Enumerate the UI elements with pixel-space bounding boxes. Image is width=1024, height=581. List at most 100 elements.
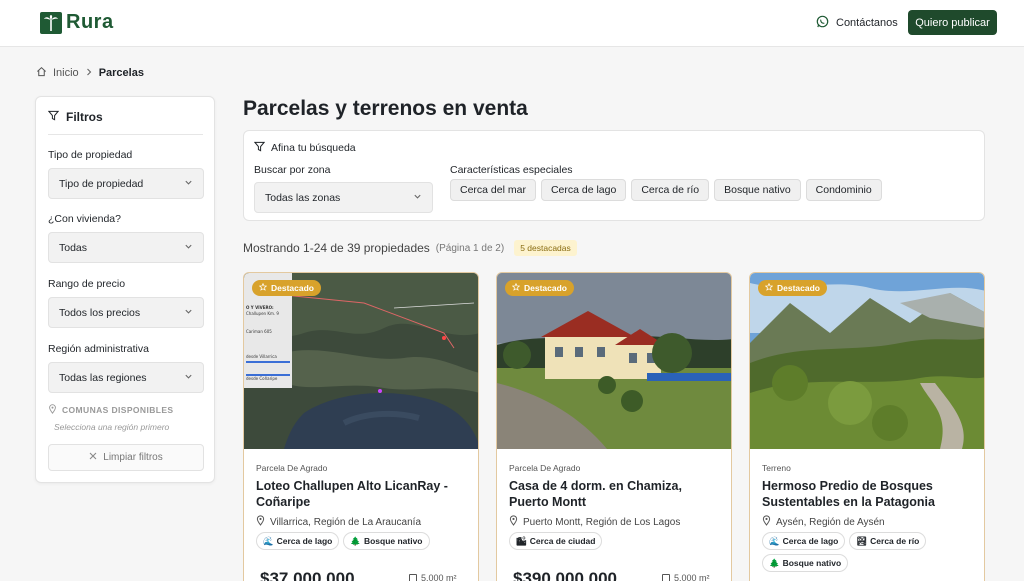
property-title[interactable]: Loteo Challupen Alto LicanRay - Coñaripe bbox=[256, 478, 468, 510]
city-icon: 🏙 bbox=[516, 535, 527, 546]
featured-badge: Destacado bbox=[758, 280, 827, 296]
property-area: 5.000 m² bbox=[662, 573, 710, 581]
zone-value: Todas las zonas bbox=[265, 191, 341, 204]
special-features-chips: Cerca del mar Cerca de lago Cerca de río… bbox=[450, 179, 882, 201]
contact-link[interactable]: Contáctanos bbox=[816, 15, 898, 31]
property-location-text: Puerto Montt, Región de Los Lagos bbox=[523, 516, 681, 528]
whatsapp-icon bbox=[816, 15, 829, 31]
tag-label: Cerca de lago bbox=[276, 536, 333, 546]
property-type: Parcela De Agrado bbox=[256, 463, 328, 473]
property-type-select[interactable]: Tipo de propiedad bbox=[48, 168, 204, 199]
property-location: Puerto Montt, Región de Los Lagos bbox=[509, 515, 680, 529]
results-page: (Página 1 de 2) bbox=[435, 242, 505, 254]
featured-badge: Destacado bbox=[505, 280, 574, 296]
property-tags: 🌊 Cerca de lago 🌲 Bosque nativo bbox=[256, 532, 471, 550]
featured-badge-label: Destacado bbox=[271, 283, 314, 293]
chevron-down-icon bbox=[184, 372, 193, 384]
region-value: Todas las regiones bbox=[59, 371, 147, 384]
tag-near-river: 🏞 Cerca de río bbox=[849, 532, 927, 550]
palm-logo-icon bbox=[40, 11, 62, 34]
property-title[interactable]: Hermoso Predio de Bosques Sustentables e… bbox=[762, 478, 974, 510]
breadcrumb-current: Parcelas bbox=[98, 67, 144, 79]
breadcrumb: Inicio Parcelas bbox=[36, 66, 144, 80]
property-area-text: 5.000 m² bbox=[421, 573, 457, 581]
zone-label: Buscar por zona bbox=[254, 164, 331, 176]
map-pin-icon bbox=[762, 515, 771, 529]
tree-icon: 🌲 bbox=[769, 557, 780, 568]
tag-label: Bosque nativo bbox=[782, 558, 842, 568]
filters-title-text: Filtros bbox=[66, 110, 103, 124]
divider bbox=[48, 134, 203, 135]
featured-badge-label: Destacado bbox=[777, 283, 820, 293]
page-title: Parcelas y terrenos en venta bbox=[243, 97, 528, 120]
contact-label: Contáctanos bbox=[836, 17, 898, 29]
close-icon bbox=[89, 452, 97, 463]
lake-icon: 🌊 bbox=[769, 535, 780, 546]
area-icon bbox=[662, 574, 670, 581]
region-select[interactable]: Todas las regiones bbox=[48, 362, 204, 393]
map-label: Cariman 605 bbox=[246, 329, 272, 334]
tag-label: Cerca de ciudad bbox=[529, 536, 596, 546]
map-pin-icon bbox=[48, 404, 57, 416]
filters-sidebar: Filtros Tipo de propiedad Tipo de propie… bbox=[35, 96, 215, 483]
property-card[interactable]: O Y VIVERO: Challupen Km. 9 Cariman 605 … bbox=[243, 272, 479, 581]
property-location-text: Villarrica, Región de La Araucanía bbox=[270, 516, 422, 528]
map-pin-icon bbox=[509, 515, 518, 529]
tag-native-forest: 🌲 Bosque nativo bbox=[762, 554, 849, 572]
chip-native-forest[interactable]: Bosque nativo bbox=[714, 179, 801, 201]
publish-button[interactable]: Quiero publicar bbox=[908, 10, 997, 35]
tag-label: Cerca de lago bbox=[782, 536, 839, 546]
lake-icon: 🌊 bbox=[263, 535, 274, 546]
property-type: Terreno bbox=[762, 463, 791, 473]
home-icon bbox=[36, 66, 47, 80]
price-range-value: Todos los precios bbox=[59, 306, 141, 319]
comunas-label-text: COMUNAS DISPONIBLES bbox=[62, 405, 174, 415]
chevron-down-icon bbox=[413, 192, 422, 204]
map-label: O Y VIVERO: bbox=[246, 305, 274, 310]
chip-condominium[interactable]: Condominio bbox=[805, 179, 882, 201]
refine-search-panel: Afina tu búsqueda Buscar por zona Todas … bbox=[243, 130, 985, 221]
tag-near-lake: 🌊 Cerca de lago bbox=[256, 532, 340, 550]
chip-near-lake[interactable]: Cerca de lago bbox=[540, 179, 627, 201]
river-icon: 🏞 bbox=[856, 535, 868, 546]
chevron-down-icon bbox=[184, 307, 193, 319]
refine-title: Afina tu búsqueda bbox=[253, 141, 356, 155]
property-house-image: Destacado bbox=[497, 273, 731, 449]
zone-select[interactable]: Todas las zonas bbox=[254, 182, 433, 213]
logo[interactable]: Rura bbox=[40, 11, 114, 34]
results-summary: Mostrando 1-24 de 39 propiedades (Página… bbox=[243, 240, 577, 256]
comunas-hint: Selecciona una región primero bbox=[54, 422, 170, 432]
filter-icon bbox=[47, 110, 60, 124]
chip-near-sea[interactable]: Cerca del mar bbox=[450, 179, 536, 201]
property-location: Aysén, Región de Aysén bbox=[762, 515, 885, 529]
map-label: desde Villarrica bbox=[246, 354, 277, 359]
price-range-select[interactable]: Todos los precios bbox=[48, 297, 204, 328]
property-card[interactable]: Destacado Terreno Hermoso Predio de Bosq… bbox=[749, 272, 985, 581]
region-label: Región administrativa bbox=[48, 343, 149, 355]
property-tags: 🌊 Cerca de lago 🏞 Cerca de río 🌲 Bosque nat… bbox=[762, 532, 977, 572]
with-housing-select[interactable]: Todas bbox=[48, 232, 204, 263]
chevron-down-icon bbox=[184, 178, 193, 190]
star-icon bbox=[511, 282, 521, 293]
chip-near-river[interactable]: Cerca de río bbox=[631, 179, 710, 201]
property-title[interactable]: Casa de 4 dorm. en Chamiza, Puerto Montt bbox=[509, 478, 721, 510]
tag-label: Bosque nativo bbox=[363, 536, 423, 546]
property-area: 5.000 m² bbox=[409, 573, 457, 581]
property-card[interactable]: Destacado Parcela De Agrado Casa de 4 do… bbox=[496, 272, 732, 581]
breadcrumb-home[interactable]: Inicio bbox=[53, 67, 79, 79]
filters-title: Filtros bbox=[47, 110, 103, 124]
star-icon bbox=[258, 282, 268, 293]
featured-badge: Destacado bbox=[252, 280, 321, 296]
property-landscape-image: Destacado bbox=[750, 273, 984, 449]
with-housing-value: Todas bbox=[59, 241, 88, 254]
area-icon bbox=[409, 574, 417, 581]
featured-badge-label: Destacado bbox=[524, 283, 567, 293]
special-features-label: Características especiales bbox=[450, 164, 573, 176]
star-icon bbox=[764, 282, 774, 293]
property-price: $390.000.000 bbox=[513, 569, 617, 581]
property-area-text: 5.000 m² bbox=[674, 573, 710, 581]
filter-icon bbox=[253, 141, 266, 155]
clear-filters-label: Limpiar filtros bbox=[103, 452, 163, 463]
top-header: Rura Contáctanos Quiero publicar bbox=[0, 0, 1024, 47]
clear-filters-button[interactable]: Limpiar filtros bbox=[48, 444, 204, 471]
